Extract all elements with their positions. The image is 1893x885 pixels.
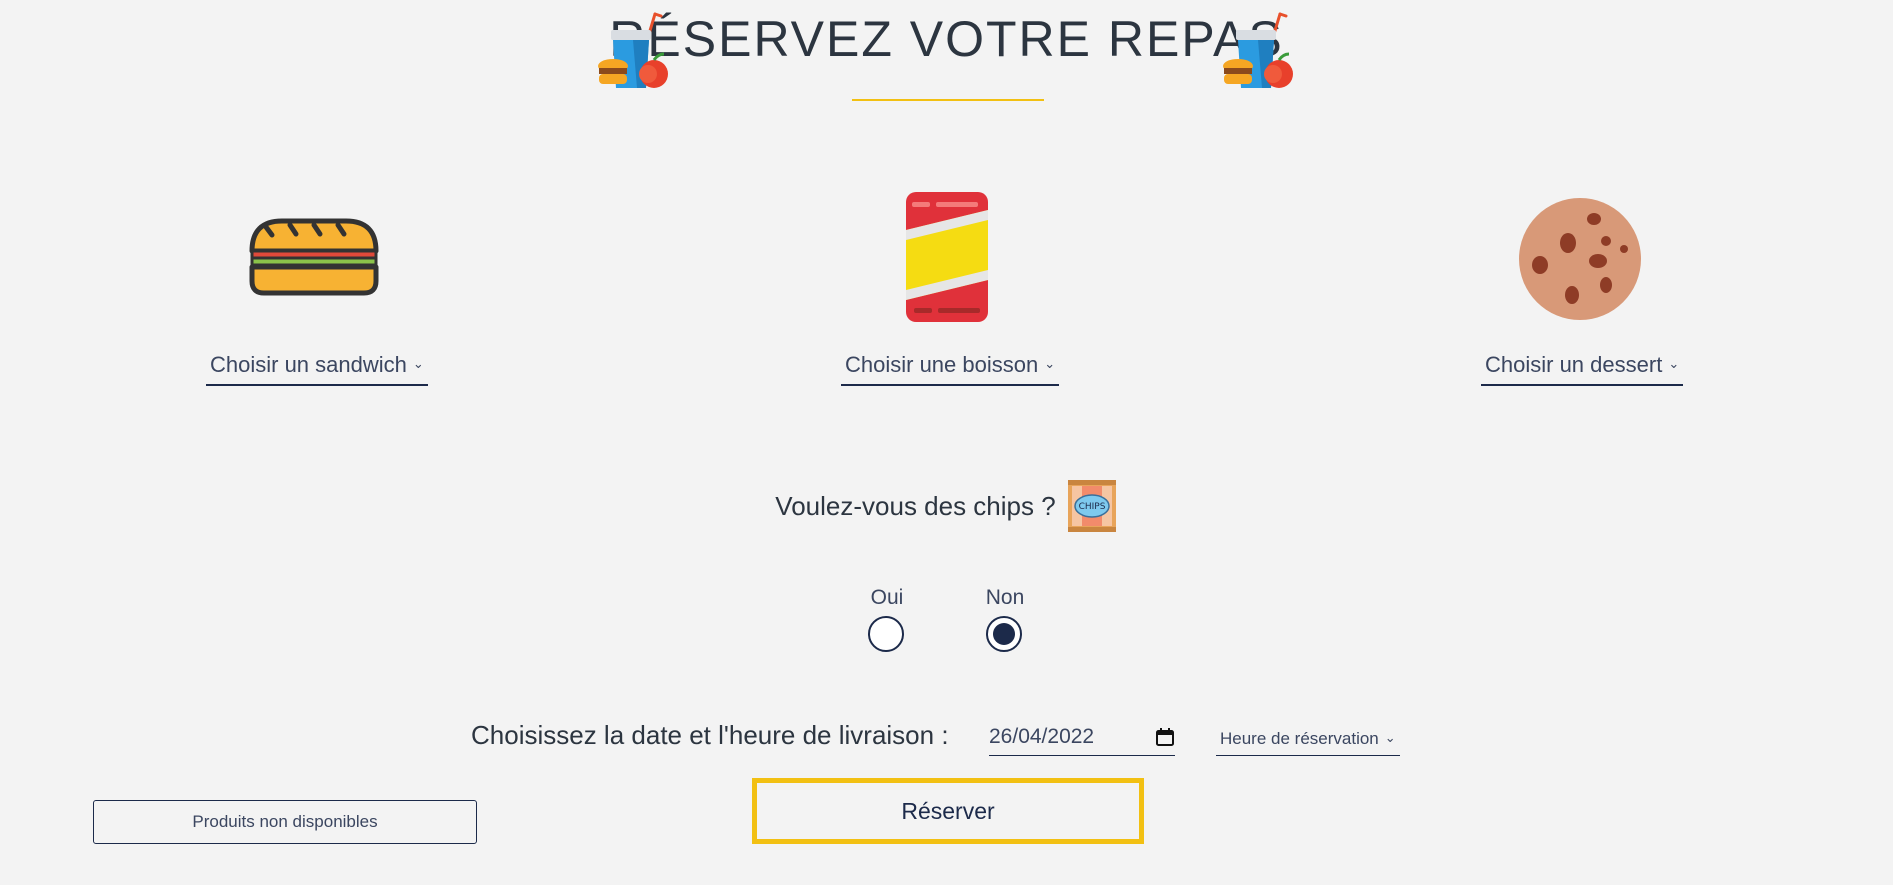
reserve-button-label: Réserver [901, 797, 995, 824]
sandwich-icon [249, 218, 379, 296]
calendar-icon[interactable] [1155, 727, 1175, 747]
unavailable-products-label: Produits non disponibles [192, 812, 378, 831]
chevron-down-icon: ⌄ [412, 356, 424, 371]
delivery-label: Choisissez la date et l'heure de livrais… [471, 720, 949, 750]
date-value: 26/04/2022 [989, 725, 1095, 748]
sandwich-select[interactable]: Choisir un sandwich ⌄ [206, 352, 428, 386]
chevron-down-icon: ⌄ [1044, 356, 1056, 371]
chips-radio-oui[interactable] [868, 616, 904, 652]
dessert-select-label: Choisir un dessert [1485, 352, 1663, 377]
chevron-down-icon: ⌄ [1668, 356, 1680, 371]
chips-radio-non[interactable] [986, 616, 1022, 652]
time-select-label: Heure de réservation [1220, 729, 1379, 748]
sandwich-select-label: Choisir un sandwich [210, 352, 407, 377]
title-underline [852, 99, 1044, 101]
page-title: RÉSERVEZ VOTRE REPAS [609, 11, 1284, 67]
drink-select[interactable]: Choisir une boisson ⌄ [841, 352, 1060, 386]
meal-icon [1223, 12, 1293, 88]
chevron-down-icon: ⌄ [1384, 730, 1396, 745]
delivery-time-select[interactable]: Heure de réservation ⌄ [1216, 729, 1400, 756]
soda-can-icon [906, 192, 988, 322]
delivery-date-input[interactable]: 26/04/2022 [989, 725, 1175, 756]
chips-bag-icon: CHIPS [1067, 480, 1116, 532]
radio-label-oui: Oui [870, 586, 904, 609]
reserve-button[interactable]: Réserver [752, 778, 1144, 844]
radio-selected-dot [993, 623, 1015, 645]
drink-select-label: Choisir une boisson [845, 352, 1039, 377]
cookie-icon [1519, 198, 1641, 320]
unavailable-products-button[interactable]: Produits non disponibles [93, 800, 477, 844]
dessert-select[interactable]: Choisir un dessert ⌄ [1481, 352, 1684, 386]
radio-label-non: Non [985, 586, 1025, 609]
svg-text:CHIPS: CHIPS [1078, 502, 1105, 512]
chips-question: Voulez-vous des chips ? [775, 490, 1056, 521]
meal-icon [598, 12, 668, 88]
chips-question-row: Voulez-vous des chips ? CHIPS [0, 478, 1893, 534]
